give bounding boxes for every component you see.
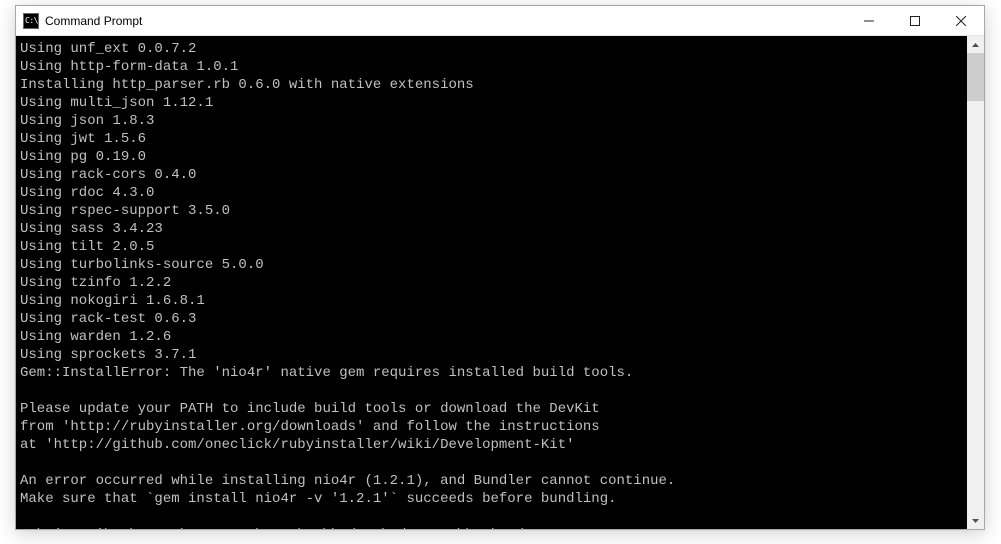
terminal-line: [20, 454, 967, 472]
terminal-line: Using rack-test 0.6.3: [20, 310, 967, 328]
command-prompt-window: C:\. Command Prompt Using unf_ext 0.0.7.…: [15, 5, 985, 530]
terminal-line: Make sure that `gem install nio4r -v '1.…: [20, 490, 967, 508]
terminal-line: Using rdoc 4.3.0: [20, 184, 967, 202]
maximize-button[interactable]: [892, 6, 938, 35]
terminal-line: [20, 382, 967, 400]
terminal-line: An error occurred while installing nio4r…: [20, 472, 967, 490]
terminal-prompt-line[interactable]: C:\Bitnami\rubystack-2.2.6-0\apache2\htd…: [20, 526, 967, 529]
terminal-line: Using turbolinks-source 5.0.0: [20, 256, 967, 274]
scroll-track[interactable]: [967, 53, 984, 512]
scroll-up-button[interactable]: [967, 36, 984, 53]
terminal-output[interactable]: Using unf_ext 0.0.7.2Using http-form-dat…: [16, 36, 967, 529]
window-title: Command Prompt: [45, 14, 846, 28]
terminal-line: Using rspec-support 3.5.0: [20, 202, 967, 220]
terminal-line: Using multi_json 1.12.1: [20, 94, 967, 112]
terminal-line: Using jwt 1.5.6: [20, 130, 967, 148]
terminal-line: Using sass 3.4.23: [20, 220, 967, 238]
terminal-line: Please update your PATH to include build…: [20, 400, 967, 418]
terminal-line: from 'http://rubyinstaller.org/downloads…: [20, 418, 967, 436]
scroll-down-button[interactable]: [967, 512, 984, 529]
terminal-line: at 'http://github.com/oneclick/rubyinsta…: [20, 436, 967, 454]
terminal-line: Using tilt 2.0.5: [20, 238, 967, 256]
terminal-line: Gem::InstallError: The 'nio4r' native ge…: [20, 364, 967, 382]
cmd-icon: C:\.: [23, 13, 39, 29]
terminal-line: [20, 508, 967, 526]
minimize-button[interactable]: [846, 6, 892, 35]
terminal-line: Using nokogiri 1.6.8.1: [20, 292, 967, 310]
terminal-line: Using rack-cors 0.4.0: [20, 166, 967, 184]
prompt-text: C:\Bitnami\rubystack-2.2.6-0\apache2\htd…: [20, 527, 532, 529]
terminal-line: Using unf_ext 0.0.7.2: [20, 40, 967, 58]
terminal-line: Using pg 0.19.0: [20, 148, 967, 166]
terminal-line: Using tzinfo 1.2.2: [20, 274, 967, 292]
close-button[interactable]: [938, 6, 984, 35]
title-bar[interactable]: C:\. Command Prompt: [16, 6, 984, 36]
terminal-area[interactable]: Using unf_ext 0.0.7.2Using http-form-dat…: [16, 36, 984, 529]
terminal-line: Using http-form-data 1.0.1: [20, 58, 967, 76]
terminal-line: Installing http_parser.rb 0.6.0 with nat…: [20, 76, 967, 94]
vertical-scrollbar[interactable]: [967, 36, 984, 529]
window-controls: [846, 6, 984, 35]
terminal-line: Using warden 1.2.6: [20, 328, 967, 346]
terminal-line: Using sprockets 3.7.1: [20, 346, 967, 364]
scroll-thumb[interactable]: [967, 53, 984, 101]
terminal-line: Using json 1.8.3: [20, 112, 967, 130]
